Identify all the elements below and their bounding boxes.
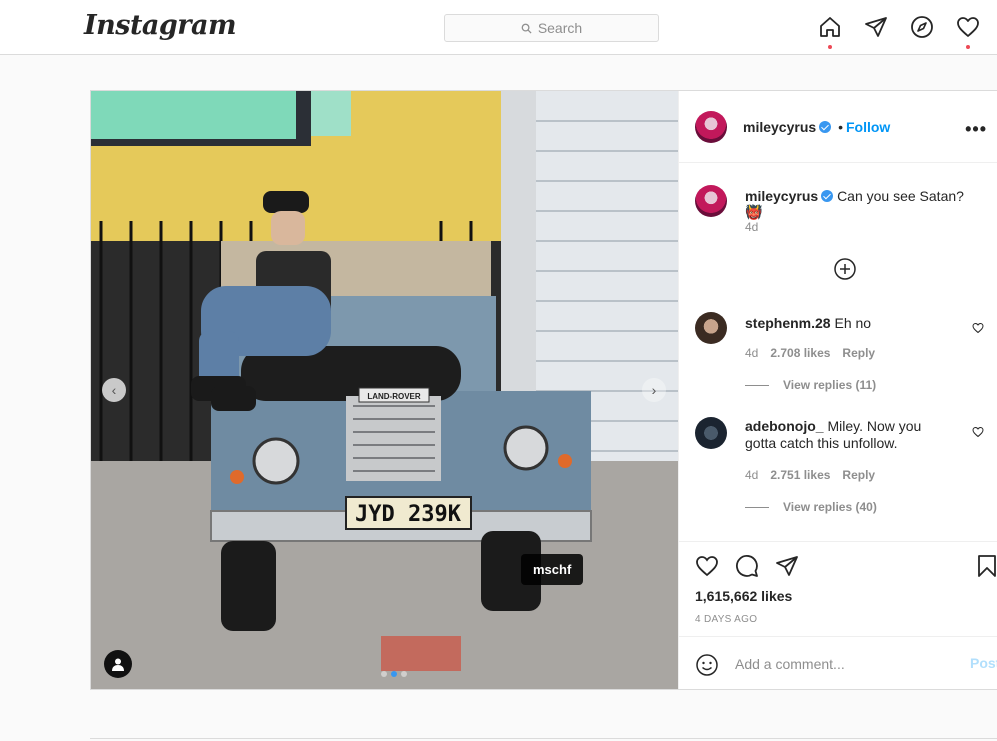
- caption-avatar[interactable]: [695, 185, 727, 217]
- person-icon: [112, 658, 124, 671]
- comment-body: stephenm.28 Eh no: [745, 315, 965, 331]
- next-photo-button[interactable]: ›: [642, 378, 666, 402]
- author-username[interactable]: mileycyrus: [743, 119, 816, 135]
- photo-tag-label[interactable]: mschf: [521, 554, 584, 585]
- search-placeholder: Search: [537, 20, 583, 36]
- license-plate-text: JYD 239K: [355, 502, 462, 527]
- vehicle-badge-text: LAND-ROVER: [367, 392, 421, 401]
- home-icon[interactable]: [818, 15, 842, 49]
- like-heart-icon[interactable]: [695, 554, 719, 578]
- caption-time: 4d: [745, 220, 759, 234]
- activity-notification-dot: [966, 45, 970, 49]
- explore-icon[interactable]: [910, 15, 934, 39]
- top-navigation-bar: Instagram Search: [0, 0, 997, 55]
- add-comment-input[interactable]: [735, 651, 955, 677]
- comment-avatar[interactable]: [695, 417, 727, 449]
- comment-box: Post: [679, 636, 997, 690]
- likes-count[interactable]: 1,615,662 likes: [695, 588, 792, 604]
- emoji-smiley-icon[interactable]: [695, 653, 719, 677]
- more-options-icon[interactable]: •••: [965, 119, 987, 140]
- carousel-dot: [401, 671, 407, 677]
- comment-avatar[interactable]: [695, 312, 727, 344]
- search-icon: [521, 23, 532, 34]
- comment-reply-button[interactable]: Reply: [842, 468, 875, 482]
- post-header: mileycyrus • Follow •••: [679, 91, 997, 163]
- tagged-users-button[interactable]: [104, 650, 132, 678]
- direct-icon[interactable]: [864, 15, 888, 39]
- verified-badge-icon: [819, 121, 832, 133]
- comment-time: 4d: [745, 468, 759, 482]
- save-bookmark-icon[interactable]: [975, 554, 997, 578]
- post-photo[interactable]: LAND-ROVER JYD 239K ‹ › mschf: [91, 91, 678, 689]
- view-replies-label: View replies (40): [783, 500, 877, 514]
- comment-time: 4d: [745, 346, 759, 360]
- verified-badge-icon: [821, 190, 834, 202]
- previous-photo-button[interactable]: ‹: [102, 378, 126, 402]
- comment-username[interactable]: stephenm.28: [745, 315, 831, 331]
- feed-divider: [90, 738, 997, 739]
- carousel-indicator: [381, 671, 407, 677]
- activity-icon[interactable]: [956, 15, 980, 49]
- carousel-dot: [381, 671, 387, 677]
- comment-like-heart-icon[interactable]: [972, 322, 984, 334]
- comment-likes[interactable]: 2.708 likes: [770, 346, 830, 360]
- comment-text: Eh no: [834, 315, 872, 331]
- comment-bubble-icon[interactable]: [735, 554, 759, 578]
- post-time-ago: 4 DAYS AGO: [695, 614, 758, 625]
- instagram-logo[interactable]: Instagram: [84, 10, 237, 41]
- comment-like-heart-icon[interactable]: [972, 426, 984, 438]
- comment-username[interactable]: adebonojo_: [745, 418, 824, 434]
- post-card: LAND-ROVER JYD 239K ‹ › mschf mileycyrus…: [90, 90, 997, 690]
- comment-body: adebonojo_ Miley. Now you gotta catch th…: [745, 418, 955, 452]
- post-actions: 1,615,662 likes 4 DAYS AGO Post: [679, 541, 997, 689]
- search-box[interactable]: Search: [444, 14, 659, 42]
- home-notification-dot: [828, 45, 832, 49]
- comment-reply-button[interactable]: Reply: [842, 346, 875, 360]
- post-comment-button[interactable]: Post: [970, 655, 997, 671]
- caption-username[interactable]: mileycyrus: [745, 188, 818, 204]
- view-replies-label: View replies (11): [783, 378, 877, 392]
- view-replies-button[interactable]: View replies (11): [745, 378, 876, 392]
- follow-button[interactable]: Follow: [846, 119, 890, 135]
- photo-illustration: LAND-ROVER JYD 239K: [91, 91, 678, 689]
- author-avatar[interactable]: [695, 111, 727, 143]
- share-direct-icon[interactable]: [775, 554, 799, 578]
- comment-likes[interactable]: 2.751 likes: [770, 468, 830, 482]
- carousel-dot-active: [391, 671, 397, 677]
- view-replies-button[interactable]: View replies (40): [745, 500, 877, 514]
- post-sidebar: mileycyrus • Follow ••• mileycyrus Can yo…: [678, 91, 997, 689]
- load-more-comments-icon[interactable]: [833, 257, 857, 281]
